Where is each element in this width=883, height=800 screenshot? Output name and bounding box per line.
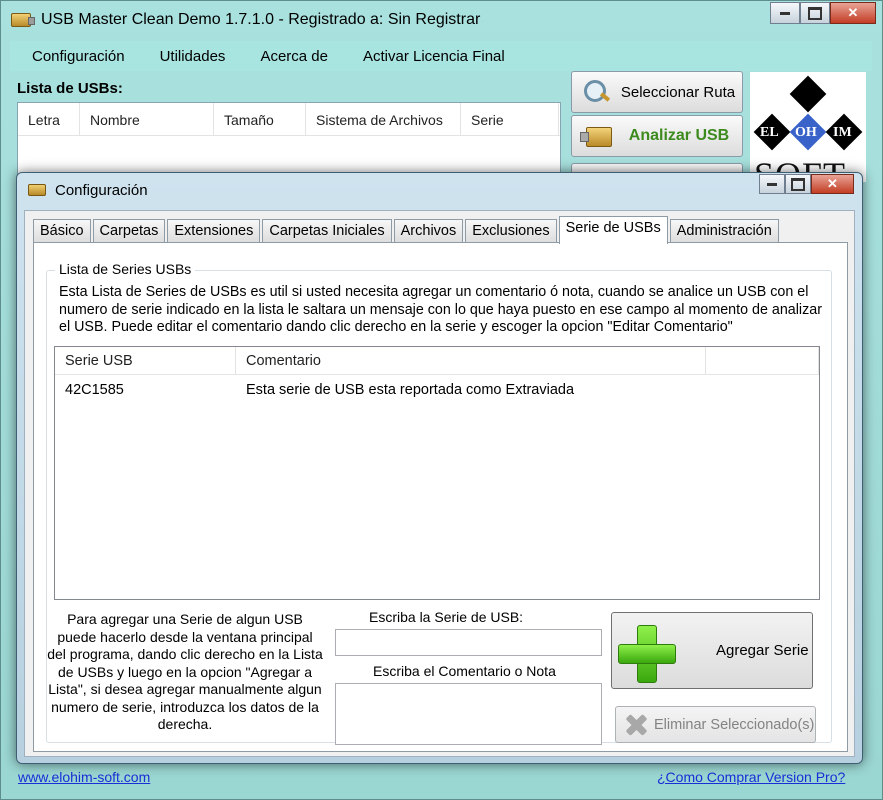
menu-utilidades[interactable]: Utilidades bbox=[138, 41, 239, 71]
agregar-serie-button[interactable]: Agregar Serie bbox=[611, 612, 813, 689]
seleccionar-ruta-button[interactable]: Seleccionar Ruta bbox=[571, 71, 743, 113]
logo-letter-el: EL bbox=[760, 125, 779, 140]
close-button[interactable]: ✕ bbox=[830, 2, 876, 24]
main-caption-buttons: ✕ bbox=[770, 2, 876, 24]
series-listview[interactable]: Serie USB Comentario 42C1585 Esta serie … bbox=[54, 346, 820, 600]
website-link[interactable]: www.elohim-soft.com bbox=[18, 769, 150, 785]
menu-acerca-de[interactable]: Acerca de bbox=[238, 41, 341, 71]
menu-activar-licencia[interactable]: Activar Licencia Final bbox=[341, 41, 518, 71]
tab-basico[interactable]: Básico bbox=[33, 219, 91, 243]
dialog-close-button[interactable]: ✕ bbox=[811, 174, 854, 194]
eliminar-label: Eliminar Seleccionado(s) bbox=[654, 717, 815, 733]
usb-list[interactable]: Letra Nombre Tamaño Sistema de Archivos … bbox=[17, 102, 561, 182]
plus-icon bbox=[618, 625, 676, 683]
col-letra[interactable]: Letra bbox=[18, 103, 80, 135]
table-row[interactable]: 42C1585 Esta serie de USB esta reportada… bbox=[55, 375, 819, 405]
analizar-usb-label: Analizar USB bbox=[628, 127, 730, 144]
maximize-button[interactable] bbox=[800, 2, 830, 24]
row-comentario: Esta serie de USB esta reportada como Ex… bbox=[246, 382, 575, 398]
logo-letter-oh: OH bbox=[795, 125, 817, 140]
col-serie-usb[interactable]: Serie USB bbox=[55, 347, 236, 374]
minimize-button[interactable] bbox=[770, 2, 800, 24]
comment-field-label: Escriba el Comentario o Nota bbox=[373, 663, 556, 679]
eliminar-seleccionados-button[interactable]: Eliminar Seleccionado(s) bbox=[615, 706, 816, 743]
tab-carpetas[interactable]: Carpetas bbox=[92, 219, 166, 243]
dialog-maximize-button[interactable] bbox=[785, 174, 811, 194]
usb-list-label: Lista de USBs: bbox=[17, 80, 123, 97]
dialog-body: Básico Carpetas Extensiones Carpetas Ini… bbox=[24, 210, 855, 757]
menubar: Configuración Utilidades Acerca de Activ… bbox=[10, 41, 872, 71]
col-tamano[interactable]: Tamaño bbox=[214, 103, 306, 135]
dialog-caption-buttons: ✕ bbox=[759, 174, 854, 194]
elohim-soft-logo: EL OH IM SOFT bbox=[750, 72, 866, 182]
analizar-usb-button[interactable]: Analizar USB bbox=[571, 115, 743, 157]
tab-exclusiones[interactable]: Exclusiones bbox=[465, 219, 557, 243]
row-serie: 42C1585 bbox=[65, 382, 124, 398]
agregar-serie-label: Agregar Serie bbox=[716, 642, 809, 659]
col-sistema-archivos[interactable]: Sistema de Archivos bbox=[306, 103, 461, 135]
serie-field-label: Escriba la Serie de USB: bbox=[369, 609, 524, 625]
col-nombre[interactable]: Nombre bbox=[80, 103, 214, 135]
usb-app-icon bbox=[11, 13, 35, 27]
usb-drive-icon bbox=[580, 121, 616, 151]
buy-pro-link[interactable]: ¿Como Comprar Version Pro? bbox=[657, 769, 845, 785]
delete-x-icon bbox=[624, 713, 648, 737]
serie-usbs-panel: Lista de Series USBs Esta Lista de Serie… bbox=[33, 242, 848, 752]
logo-diamond-top bbox=[789, 75, 827, 113]
menu-configuracion[interactable]: Configuración bbox=[10, 41, 138, 71]
series-list-header: Serie USB Comentario bbox=[55, 347, 819, 375]
magnifier-icon bbox=[578, 77, 614, 107]
logo-letter-im: IM bbox=[833, 125, 852, 140]
series-group-title: Lista de Series USBs bbox=[55, 261, 196, 277]
tab-extensiones[interactable]: Extensiones bbox=[167, 219, 261, 243]
dialog-usb-icon bbox=[28, 184, 46, 196]
col-empty bbox=[706, 347, 819, 374]
col-serie[interactable]: Serie bbox=[461, 103, 559, 135]
comment-textarea[interactable] bbox=[335, 683, 602, 745]
help-text: Para agregar una Serie de algun USB pued… bbox=[47, 611, 323, 732]
configuracion-dialog: Configuración ✕ Básico Carpetas Extensio… bbox=[16, 172, 863, 764]
tab-administracion[interactable]: Administración bbox=[669, 219, 779, 243]
main-window-title: USB Master Clean Demo 1.7.1.0 - Registra… bbox=[41, 11, 481, 28]
dialog-title: Configuración bbox=[55, 182, 148, 199]
tab-archivos[interactable]: Archivos bbox=[393, 219, 464, 243]
series-description: Esta Lista de Series de USBs es util si … bbox=[59, 284, 822, 335]
seleccionar-ruta-label: Seleccionar Ruta bbox=[620, 83, 736, 101]
tab-carpetas-iniciales[interactable]: Carpetas Iniciales bbox=[262, 219, 392, 243]
tab-serie-de-usbs[interactable]: Serie de USBs bbox=[558, 216, 668, 244]
tab-strip: Básico Carpetas Extensiones Carpetas Ini… bbox=[33, 216, 781, 244]
serie-input[interactable] bbox=[335, 629, 602, 656]
usb-list-header: Letra Nombre Tamaño Sistema de Archivos … bbox=[18, 103, 560, 136]
dialog-minimize-button[interactable] bbox=[759, 174, 785, 194]
col-comentario[interactable]: Comentario bbox=[236, 347, 706, 374]
main-titlebar[interactable]: USB Master Clean Demo 1.7.1.0 - Registra… bbox=[1, 1, 882, 39]
series-groupbox: Lista de Series USBs Esta Lista de Serie… bbox=[46, 261, 832, 745]
